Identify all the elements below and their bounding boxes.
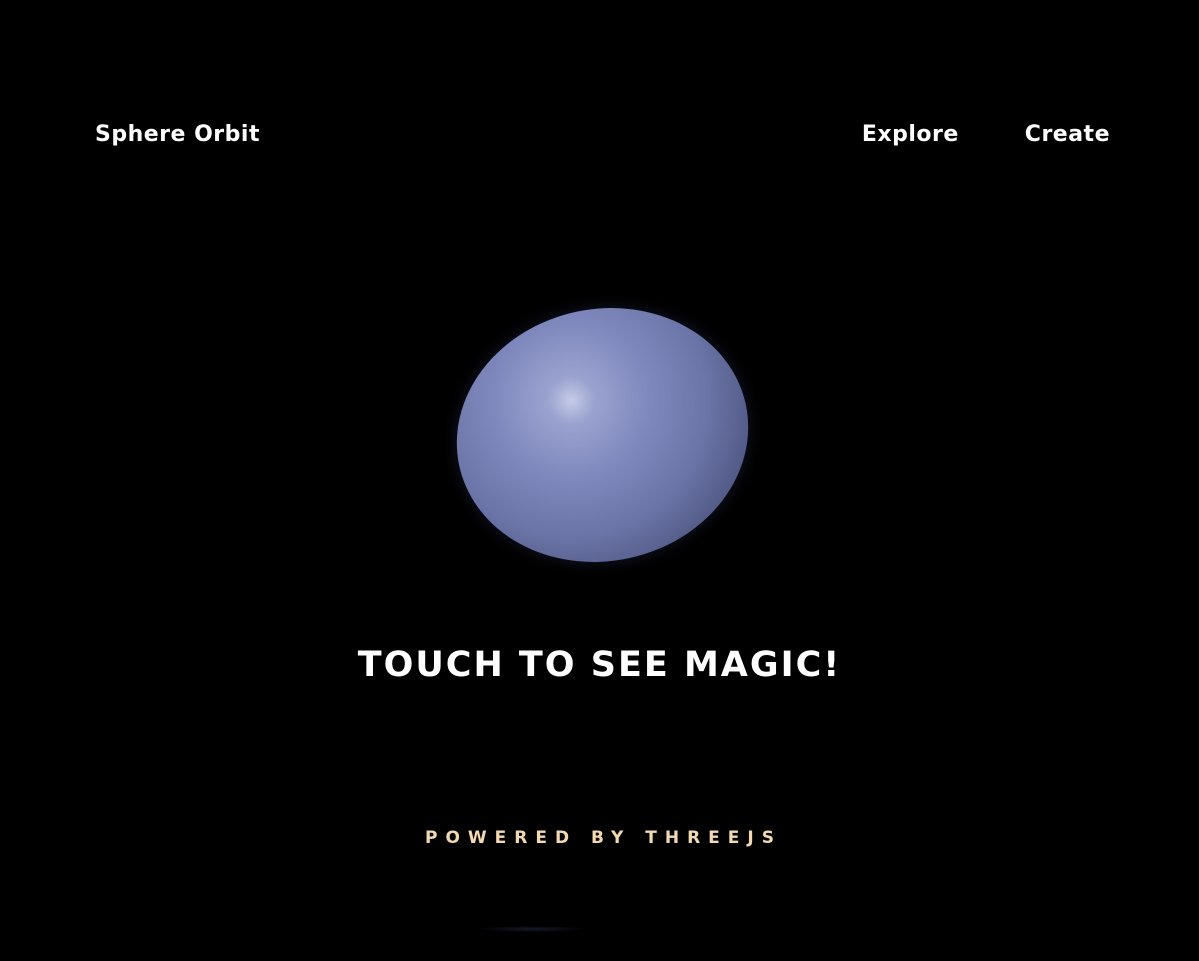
interactive-sphere[interactable] — [433, 281, 772, 589]
powered-by-text: POWERED BY THREEJS — [425, 828, 782, 848]
nav-create-link[interactable]: Create — [1025, 122, 1110, 147]
cta-heading: TOUCH TO SEE MAGIC! — [357, 645, 842, 685]
brand-logo-link[interactable]: Sphere Orbit — [95, 122, 260, 147]
main-nav: Explore Create — [862, 122, 1110, 147]
nav-explore-link[interactable]: Explore — [862, 122, 959, 147]
bottom-glow — [478, 926, 586, 932]
